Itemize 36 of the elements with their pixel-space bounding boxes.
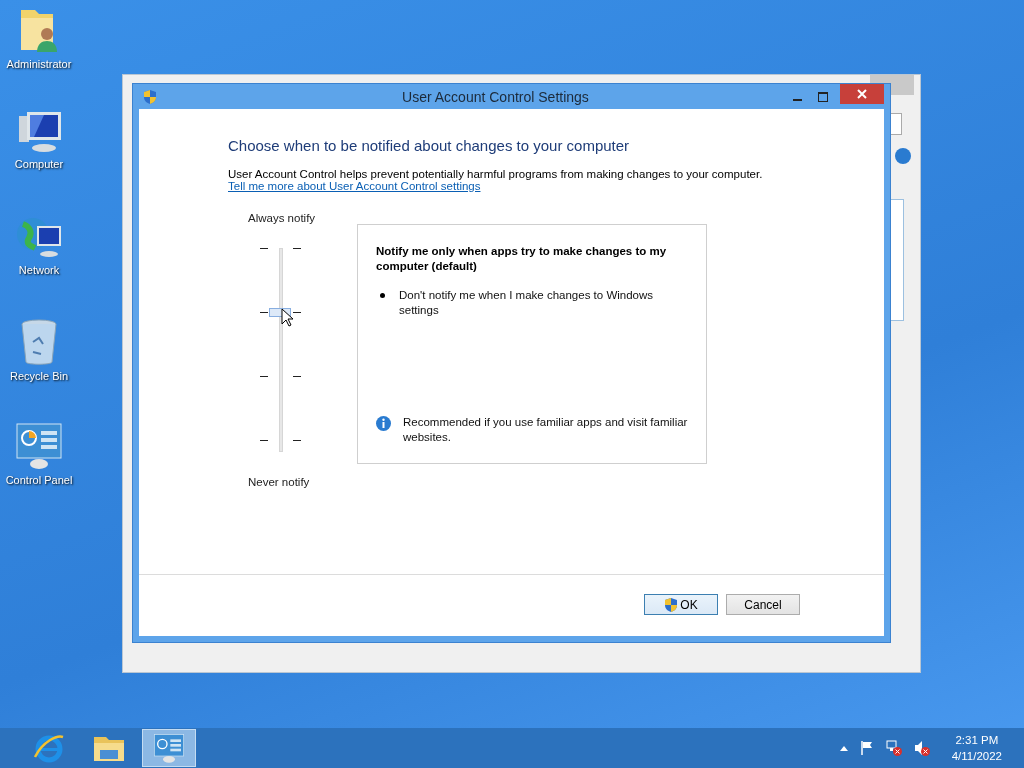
clock-date: 4/11/2022	[951, 749, 1002, 764]
flag-icon[interactable]	[859, 741, 874, 755]
mouse-cursor-icon	[281, 307, 293, 327]
control-panel-icon[interactable]	[15, 422, 63, 470]
close-icon	[857, 89, 867, 99]
info-icon	[376, 416, 391, 431]
shield-icon	[664, 596, 679, 613]
desktop-icon-label[interactable]: Computer	[14, 158, 64, 170]
clock-time: 2:31 PM	[955, 733, 999, 748]
clock[interactable]: 2:31 PM 4/11/2022	[951, 732, 1002, 764]
description-text: User Account Control helps prevent potentially harmful programs from making changes to your computer.	[228, 168, 764, 180]
level-title: Notify me only when apps try to make changes to my computer (default)	[376, 244, 668, 274]
desktop-icon-label[interactable]: Network	[18, 264, 60, 276]
recommendation-text: Recommended if you use familiar apps and visit familiar websites.	[403, 415, 689, 445]
show-hidden-icons-icon[interactable]	[839, 745, 848, 751]
bullet-text: Don't notify me when I make changes to Windows settings	[399, 288, 655, 318]
slider-top-label: Always notify	[248, 212, 317, 224]
speaker-muted-icon[interactable]	[913, 740, 930, 756]
recycle-bin-icon[interactable]	[19, 318, 59, 366]
desktop-icon-label[interactable]: Control Panel	[5, 474, 73, 486]
help-icon	[895, 148, 911, 164]
slider-bottom-label: Never notify	[248, 476, 311, 488]
network-error-icon[interactable]	[885, 740, 902, 756]
close-button[interactable]	[840, 84, 884, 104]
desktop-icon-label[interactable]: Recycle Bin	[9, 370, 69, 382]
control-panel-icon	[153, 733, 185, 763]
heading: Choose when to be notified about changes to your computer	[228, 137, 631, 154]
shield-icon	[143, 88, 157, 105]
bullet-icon	[380, 293, 385, 298]
browser-icon	[33, 733, 65, 763]
help-link[interactable]: Tell me more about User Account Control settings	[228, 180, 481, 192]
taskbar-button[interactable]	[142, 729, 196, 767]
ok-button[interactable]: OK	[644, 594, 718, 615]
desktop-icon-label[interactable]: Administrator	[6, 58, 72, 70]
cancel-button[interactable]: Cancel	[726, 594, 800, 615]
window-title: User Account Control Settings	[401, 88, 590, 105]
